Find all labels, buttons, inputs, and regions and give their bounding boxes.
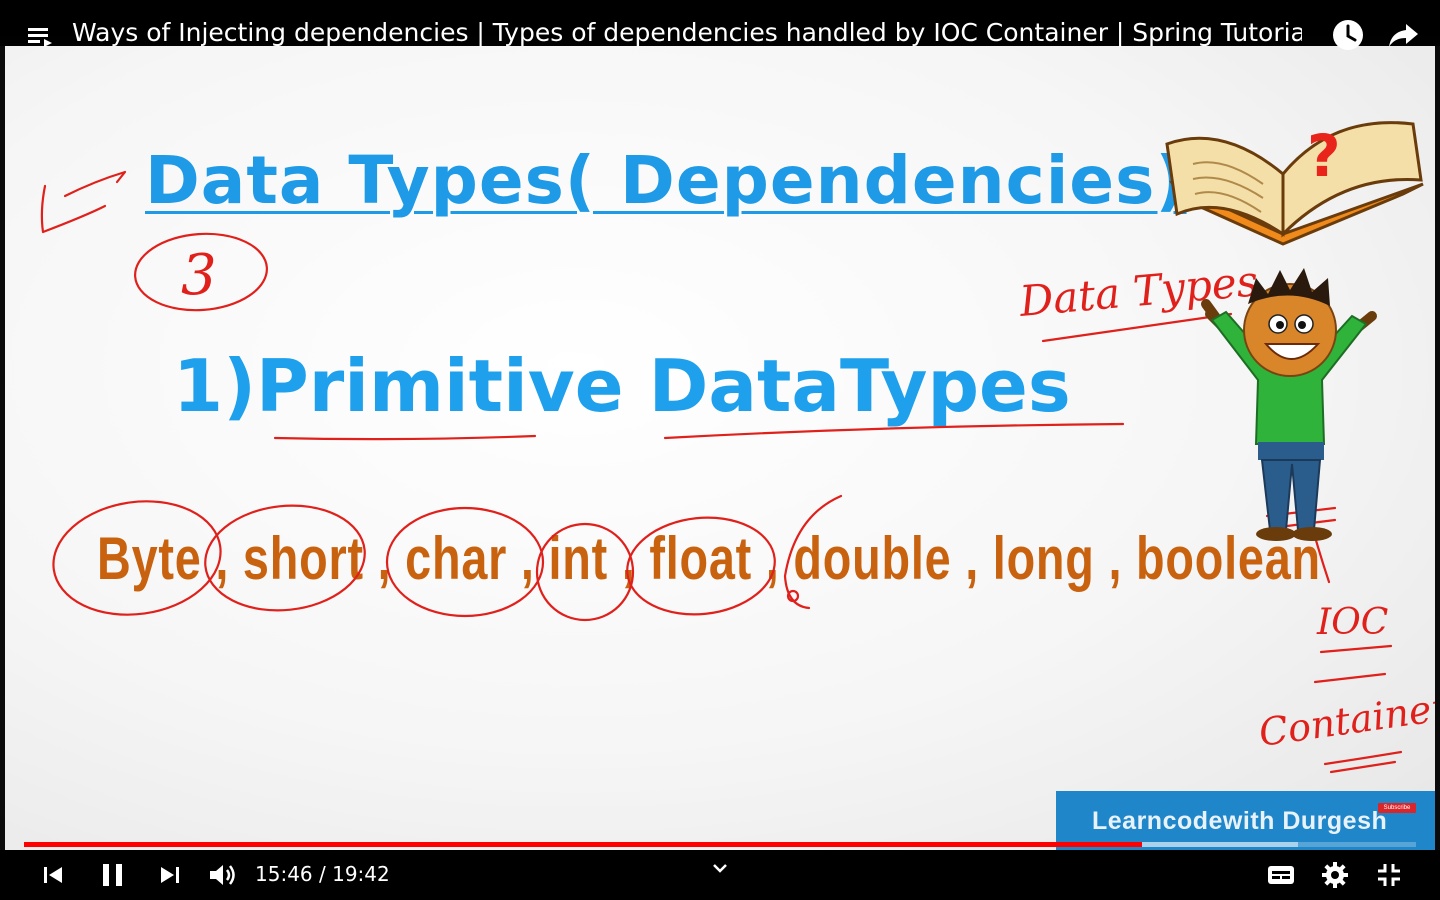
volume-icon[interactable] (206, 858, 238, 892)
side-note-annotation: Data Types (1017, 256, 1260, 326)
video-title[interactable]: Ways of Injecting dependencies | Types o… (72, 18, 1302, 47)
playlist-icon[interactable] (26, 24, 54, 48)
svg-text:?: ? (1307, 122, 1341, 190)
progress-played (24, 842, 1142, 847)
underline-annotation (1041, 312, 1233, 343)
chevron-down-icon[interactable] (708, 856, 732, 880)
ioc-note-annotation: IOC (1316, 602, 1388, 643)
time-display: 15:46 / 19:42 (255, 862, 390, 886)
exit-fullscreen-icon[interactable] (1374, 858, 1404, 892)
previous-icon[interactable] (40, 858, 68, 892)
captions-icon[interactable] (1266, 858, 1296, 892)
circled-number-annotation: 3 (181, 243, 217, 308)
check-mark-annotation (40, 170, 127, 234)
slide-heading: 1)Primitive DataTypes (173, 344, 1071, 428)
container-note-annotation: Container (1256, 684, 1435, 755)
channel-name: Learncodewith Durgesh (1092, 807, 1388, 835)
cartoon-boy-icon (1201, 268, 1377, 541)
settings-gear-icon[interactable] (1320, 858, 1350, 892)
progress-bar[interactable] (24, 842, 1416, 847)
slide: Data Types( Dependencies) 1)Primitive Da… (5, 46, 1435, 850)
player-top-bar: Ways of Injecting dependencies | Types o… (0, 0, 1440, 50)
underline-annotation (1313, 644, 1393, 684)
player-control-bar: 15:46 / 19:42 (0, 850, 1440, 900)
watch-later-icon[interactable] (1331, 18, 1365, 52)
underline-annotation (273, 434, 537, 441)
subscribe-badge[interactable]: Subscribe (1378, 803, 1416, 813)
book-icon: ? (1165, 121, 1424, 246)
pause-icon[interactable] (98, 858, 128, 892)
underline-annotation (1323, 750, 1403, 774)
next-icon[interactable] (156, 858, 184, 892)
primitive-types-list: Byte , short , char , int , float , doub… (97, 525, 1321, 592)
slide-title: Data Types( Dependencies) (145, 142, 1187, 219)
share-icon[interactable] (1386, 20, 1420, 50)
circle-annotation (134, 232, 268, 312)
video-frame[interactable]: Data Types( Dependencies) 1)Primitive Da… (0, 0, 1440, 856)
